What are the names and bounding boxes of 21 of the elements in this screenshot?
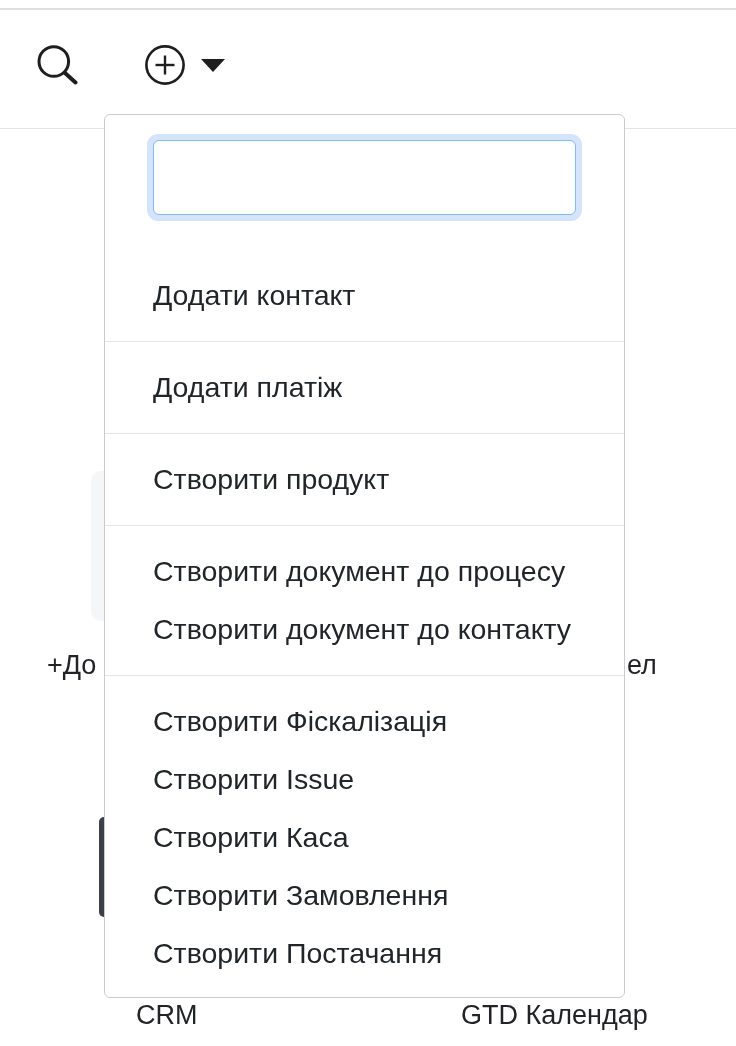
menu-item[interactable]: Створити Фіскалізація (153, 704, 448, 738)
app-label[interactable]: ел (627, 650, 657, 680)
menu-item[interactable]: Створити документ до контакту (153, 612, 572, 646)
plus-circle-icon (145, 45, 185, 85)
menu-item[interactable]: Створити Постачання (153, 936, 443, 970)
search-icon (37, 45, 78, 85)
add-menu-button[interactable] (145, 45, 225, 85)
menu-item[interactable]: Створити Issue (153, 762, 355, 796)
search-button[interactable] (37, 45, 78, 85)
menu-item[interactable]: Додати контакт (153, 278, 356, 312)
app-label[interactable]: CRM (136, 1000, 198, 1030)
menu-item[interactable]: Додати платіж (153, 370, 343, 404)
menu-item[interactable]: Створити документ до процесу (153, 554, 566, 588)
app-label[interactable]: +До (47, 650, 97, 680)
app-label[interactable]: GTD Календар (461, 1000, 648, 1030)
menu-item[interactable]: Створити Замовлення (153, 878, 449, 912)
app-tile[interactable] (99, 817, 104, 917)
menu-item[interactable]: Створити продукт (153, 462, 390, 496)
filter-field[interactable] (147, 134, 582, 221)
menu-item[interactable]: Створити Каса (153, 820, 349, 854)
caret-icon (201, 58, 225, 72)
